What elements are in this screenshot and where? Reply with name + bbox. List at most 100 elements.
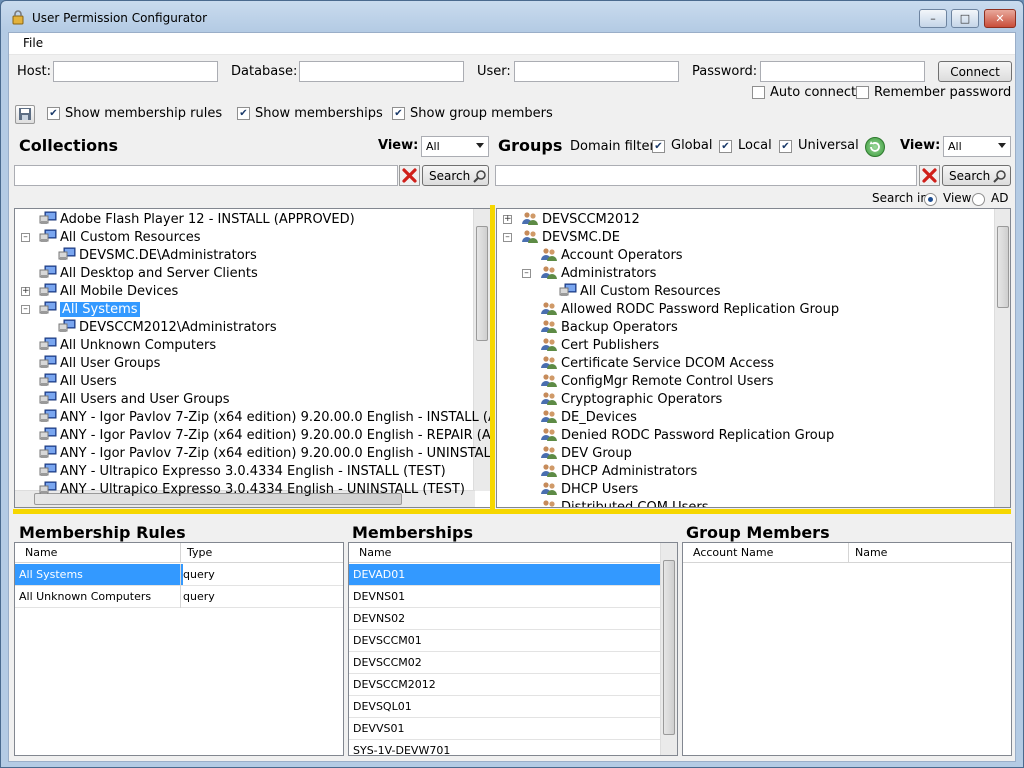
tree-node[interactable]: Account Operators	[540, 247, 683, 264]
collections-clear-button[interactable]	[399, 165, 420, 186]
col-type-header[interactable]: Type	[187, 546, 212, 559]
tree-node[interactable]: Cert Publishers	[540, 337, 659, 354]
menu-file[interactable]: File	[23, 36, 43, 50]
tree-node[interactable]: All Custom Resources	[559, 283, 721, 300]
refresh-button[interactable]	[865, 137, 885, 157]
tree-node[interactable]: ANY - Igor Pavlov 7-Zip (x64 edition) 9.…	[39, 409, 491, 426]
group-members-grid[interactable]: Account Name Name	[682, 542, 1012, 756]
groups-vscroll-thumb[interactable]	[997, 226, 1009, 308]
list-item[interactable]: SYS-1V-DEVW701	[349, 740, 660, 755]
show-group-members-checkbox[interactable]	[392, 107, 405, 120]
collapse-icon[interactable]: –	[21, 305, 30, 314]
collections-search-button[interactable]: Search	[422, 165, 489, 186]
tree-node[interactable]: DHCP Administrators	[540, 463, 697, 480]
col-name-header[interactable]: Name	[25, 546, 57, 559]
expand-icon[interactable]: +	[21, 287, 30, 296]
tree-node[interactable]: All Users and User Groups	[39, 391, 230, 408]
collections-search-input[interactable]	[14, 165, 398, 186]
tree-node-label: Certificate Service DCOM Access	[561, 356, 775, 371]
tree-node[interactable]: Administrators	[540, 265, 656, 282]
tree-node[interactable]: Allowed RODC Password Replication Group	[540, 301, 839, 318]
rule-type: query	[183, 564, 343, 585]
tree-node[interactable]: All Custom Resources	[39, 229, 201, 246]
tree-node[interactable]: DEVSMC.DE\Administrators	[58, 247, 257, 264]
collapse-icon[interactable]: –	[522, 269, 531, 278]
tree-node[interactable]: DEVSMC.DE	[521, 229, 620, 246]
database-input[interactable]	[299, 61, 464, 82]
expand-icon[interactable]: +	[503, 215, 512, 224]
col-name-header[interactable]: Name	[855, 546, 887, 559]
table-row[interactable]: All Unknown Computers query	[15, 586, 343, 608]
local-checkbox[interactable]	[719, 140, 732, 153]
memberships-vscrollbar[interactable]	[660, 543, 677, 755]
tree-node[interactable]: All Unknown Computers	[39, 337, 216, 354]
memberships-vscroll-thumb[interactable]	[663, 560, 675, 735]
membership-rules-grid[interactable]: Name Type All Systems query All Unknown Co…	[14, 542, 344, 756]
password-input[interactable]	[760, 61, 925, 82]
tree-node[interactable]: All User Groups	[39, 355, 160, 372]
groups-search-input[interactable]	[495, 165, 917, 186]
tree-node[interactable]: DEVSCCM2012\Administrators	[58, 319, 277, 336]
tree-node[interactable]: DHCP Users	[540, 481, 638, 498]
vertical-splitter[interactable]	[490, 205, 495, 509]
search-in-view-radio[interactable]	[924, 193, 937, 206]
list-item[interactable]: DEVNS02	[349, 608, 660, 630]
tree-node[interactable]: ANY - Ultrapico Expresso 3.0.4334 Englis…	[39, 481, 465, 498]
tree-node[interactable]: ANY - Ultrapico Expresso 3.0.4334 Englis…	[39, 463, 446, 480]
tree-node[interactable]: Backup Operators	[540, 319, 678, 336]
universal-checkbox[interactable]	[779, 140, 792, 153]
tree-node[interactable]: Denied RODC Password Replication Group	[540, 427, 834, 444]
col-name-header[interactable]: Name	[359, 546, 391, 559]
tree-node[interactable]: Cryptographic Operators	[540, 391, 722, 408]
list-item[interactable]: DEVVS01	[349, 718, 660, 740]
tree-node[interactable]: All Systems	[39, 301, 140, 318]
auto-connect-checkbox[interactable]	[752, 86, 765, 99]
list-item[interactable]: DEVAD01	[349, 564, 660, 586]
tree-node[interactable]: DEVSCCM2012	[521, 211, 640, 228]
tree-node[interactable]: ANY - Igor Pavlov 7-Zip (x64 edition) 9.…	[39, 445, 491, 462]
minimize-button[interactable]: –	[919, 9, 947, 28]
local-label: Local	[738, 138, 772, 153]
save-button[interactable]	[15, 105, 35, 124]
tree-node[interactable]: DEV Group	[540, 445, 632, 462]
tree-node[interactable]: ConfigMgr Remote Control Users	[540, 373, 773, 390]
show-memberships-checkbox[interactable]	[237, 107, 250, 120]
show-membership-rules-checkbox[interactable]	[47, 107, 60, 120]
col-account-name-header[interactable]: Account Name	[693, 546, 773, 559]
tree-node[interactable]: All Users	[39, 373, 117, 390]
tree-node[interactable]: DE_Devices	[540, 409, 637, 426]
collapse-icon[interactable]: –	[503, 233, 512, 242]
groups-tree[interactable]: + DEVSCCM2012 – DEVSMC.DE Account Operators –…	[496, 208, 1011, 508]
groups-search-button[interactable]: Search	[942, 165, 1011, 186]
title-bar[interactable]: User Permission Configurator – □ ✕	[1, 1, 1023, 33]
search-in-ad-radio[interactable]	[972, 193, 985, 206]
groups-vscrollbar[interactable]	[994, 209, 1010, 507]
collections-tree[interactable]: Adobe Flash Player 12 - INSTALL (APPROVE…	[14, 208, 492, 508]
memberships-grid[interactable]: Name DEVAD01 DEVNS01 DEVNS02 DEVSCCM01 DEVSC…	[348, 542, 678, 756]
list-item[interactable]: DEVSCCM01	[349, 630, 660, 652]
collapse-icon[interactable]: –	[21, 233, 30, 242]
tree-node[interactable]: ANY - Igor Pavlov 7-Zip (x64 edition) 9.…	[39, 427, 491, 444]
list-item[interactable]: DEVNS01	[349, 586, 660, 608]
maximize-button[interactable]: □	[951, 9, 979, 28]
user-input[interactable]	[514, 61, 679, 82]
host-input[interactable]	[53, 61, 218, 82]
horizontal-splitter[interactable]	[13, 509, 1011, 514]
groups-clear-button[interactable]	[919, 165, 940, 186]
tree-node[interactable]: Adobe Flash Player 12 - INSTALL (APPROVE…	[39, 211, 355, 228]
list-item[interactable]: DEVSCCM2012	[349, 674, 660, 696]
tree-node[interactable]: Certificate Service DCOM Access	[540, 355, 774, 372]
tree-node[interactable]: All Mobile Devices	[39, 283, 178, 300]
table-row[interactable]: All Systems query	[15, 564, 343, 586]
collections-view-select[interactable]: All	[421, 136, 489, 157]
tree-node[interactable]: Distributed COM Users	[540, 499, 708, 507]
list-item[interactable]: DEVSCCM02	[349, 652, 660, 674]
close-button[interactable]: ✕	[984, 9, 1016, 28]
collections-vscroll-thumb[interactable]	[476, 226, 488, 341]
groups-view-select[interactable]: All	[943, 136, 1011, 157]
tree-node[interactable]: All Desktop and Server Clients	[39, 265, 258, 282]
global-checkbox[interactable]	[652, 140, 665, 153]
list-item[interactable]: DEVSQL01	[349, 696, 660, 718]
connect-button[interactable]: Connect	[938, 61, 1012, 82]
remember-password-checkbox[interactable]	[856, 86, 869, 99]
